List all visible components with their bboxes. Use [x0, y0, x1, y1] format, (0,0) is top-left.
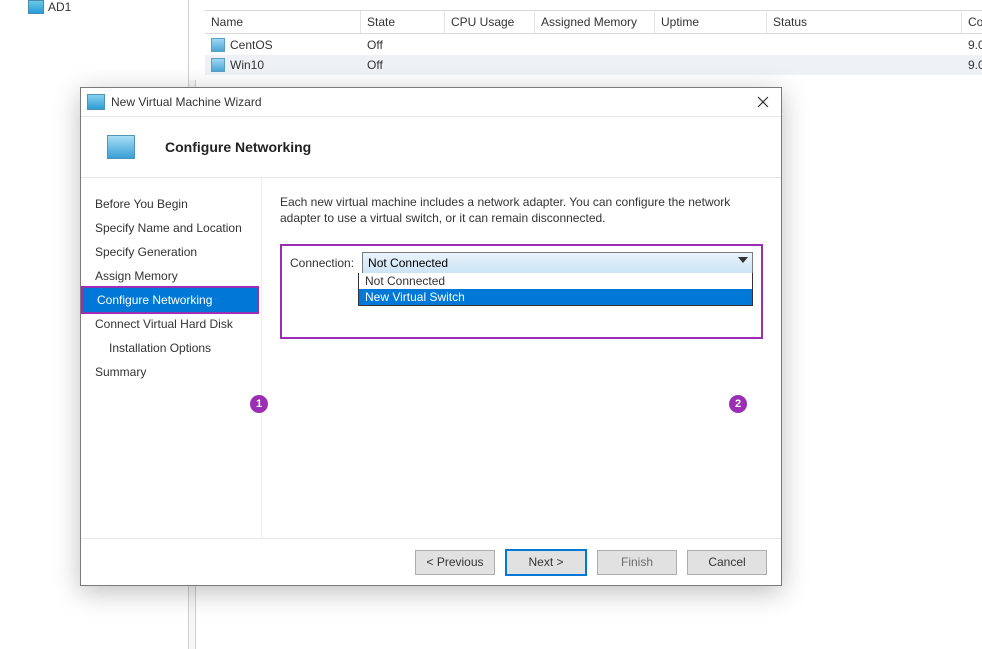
new-vm-wizard-dialog: New Virtual Machine Wizard Configure Net… — [80, 87, 782, 586]
network-icon — [107, 135, 135, 159]
step-assign-memory[interactable]: Assign Memory — [81, 264, 261, 288]
vm-icon — [211, 58, 225, 72]
col-cpu[interactable]: CPU Usage — [445, 11, 535, 33]
vm-icon — [211, 38, 225, 52]
vm-table-body: CentOS Off 9.0 Win10 Off 9.0 — [205, 35, 982, 75]
vm-state: Off — [361, 38, 445, 52]
connection-selected: Not Connected — [368, 256, 448, 270]
step-specify-generation[interactable]: Specify Generation — [81, 240, 261, 264]
close-icon — [757, 96, 769, 108]
next-button[interactable]: Next > — [505, 549, 587, 576]
tree-node-label: AD1 — [48, 0, 71, 14]
col-co[interactable]: Co — [962, 11, 982, 33]
connection-area: Connection: Not Connected Not Connected … — [280, 244, 763, 339]
close-button[interactable] — [751, 92, 775, 112]
previous-button[interactable]: < Previous — [415, 550, 495, 575]
finish-button[interactable]: Finish — [597, 550, 677, 575]
annotation-badge-1: 1 — [250, 395, 268, 413]
step-specify-name[interactable]: Specify Name and Location — [81, 216, 261, 240]
col-name[interactable]: Name — [205, 11, 361, 33]
col-status[interactable]: Status — [767, 11, 962, 33]
vm-state: Off — [361, 58, 445, 72]
step-before-you-begin[interactable]: Before You Begin — [81, 192, 261, 216]
wizard-header: Configure Networking — [81, 116, 781, 178]
server-icon — [28, 0, 44, 14]
vm-row[interactable]: Win10 Off 9.0 — [205, 55, 982, 75]
wizard-footer: < Previous Next > Finish Cancel — [81, 538, 781, 585]
vm-co: 9.0 — [962, 38, 982, 52]
wizard-icon — [87, 94, 105, 110]
vm-name: Win10 — [230, 58, 264, 72]
wizard-steps: Before You Begin Specify Name and Locati… — [81, 178, 262, 538]
connection-dropdown[interactable]: Not Connected — [362, 252, 753, 274]
wizard-content: Each new virtual machine includes a netw… — [262, 178, 781, 538]
vm-name: CentOS — [230, 38, 273, 52]
connection-dropdown-list: Not Connected New Virtual Switch — [358, 273, 753, 306]
cancel-button[interactable]: Cancel — [687, 550, 767, 575]
dialog-title: New Virtual Machine Wizard — [111, 95, 262, 109]
chevron-down-icon — [738, 257, 748, 263]
col-uptime[interactable]: Uptime — [655, 11, 767, 33]
wizard-description: Each new virtual machine includes a netw… — [280, 194, 763, 226]
tree-node-ad1[interactable]: AD1 — [28, 0, 71, 14]
vm-row[interactable]: CentOS Off 9.0 — [205, 35, 982, 55]
dialog-titlebar[interactable]: New Virtual Machine Wizard — [81, 88, 781, 116]
col-memory[interactable]: Assigned Memory — [535, 11, 655, 33]
step-installation-options[interactable]: Installation Options — [81, 336, 261, 360]
col-state[interactable]: State — [361, 11, 445, 33]
connection-option-not-connected[interactable]: Not Connected — [359, 273, 752, 289]
vm-co: 9.0 — [962, 58, 982, 72]
annotation-badge-2: 2 — [729, 395, 747, 413]
connection-option-new-virtual-switch[interactable]: New Virtual Switch — [359, 289, 752, 305]
step-configure-networking[interactable]: Configure Networking — [81, 286, 259, 314]
step-connect-vhd[interactable]: Connect Virtual Hard Disk — [81, 312, 261, 336]
wizard-heading: Configure Networking — [165, 139, 311, 155]
vm-table-header: Name State CPU Usage Assigned Memory Upt… — [205, 10, 982, 34]
step-summary[interactable]: Summary — [81, 360, 261, 384]
connection-label: Connection: — [290, 256, 354, 270]
